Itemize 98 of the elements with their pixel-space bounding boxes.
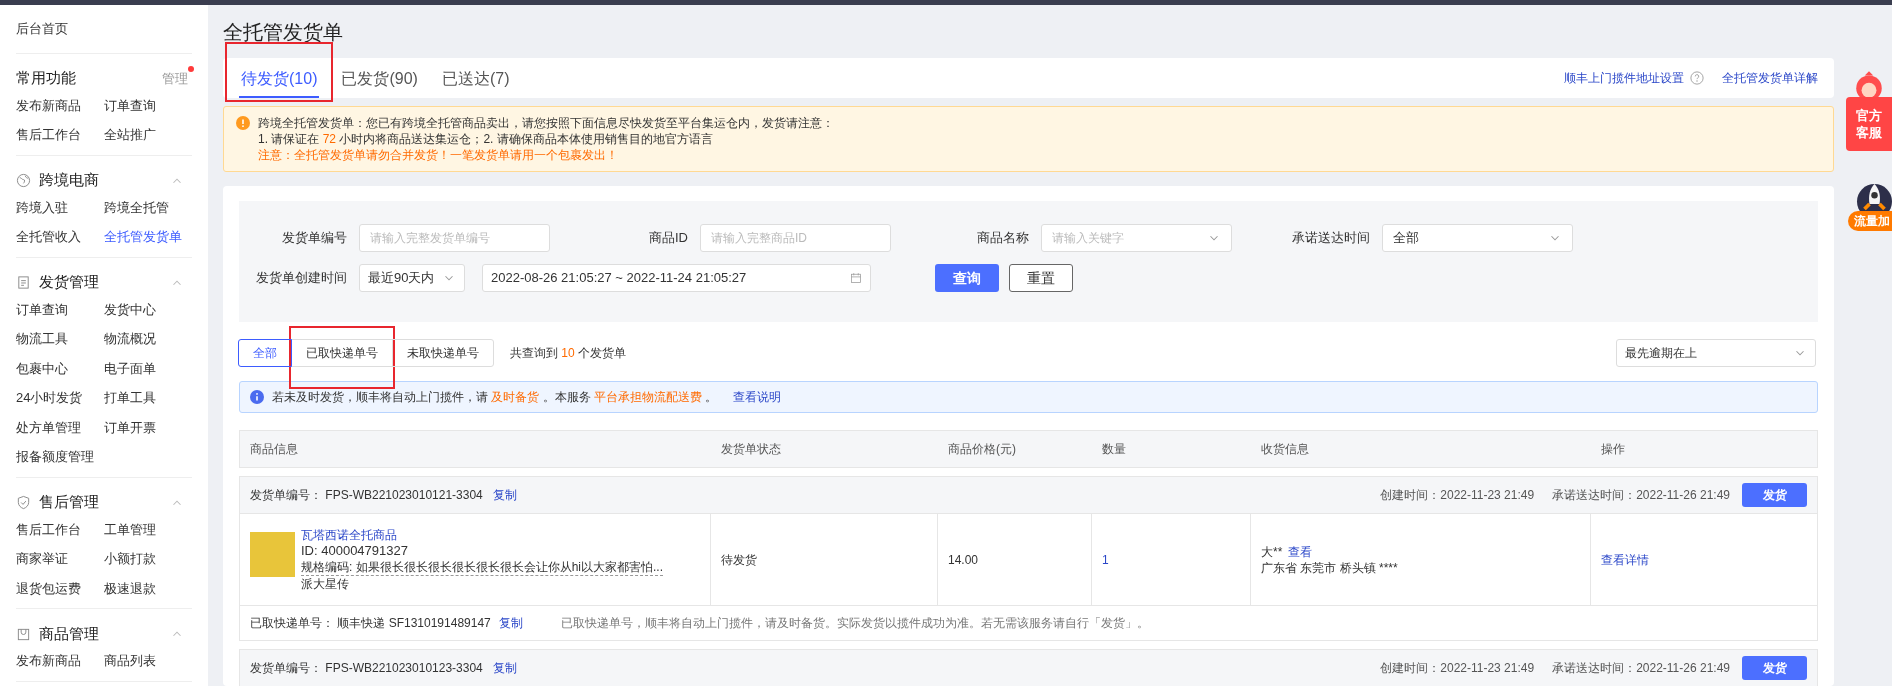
sidebar-item[interactable]: 订单查询	[104, 95, 192, 115]
sidebar-item[interactable]: 跨境入驻	[16, 197, 104, 217]
sidebar-item[interactable]: 售后工作台	[16, 519, 104, 539]
link[interactable]: 全托管发货单详解	[1722, 69, 1818, 87]
sidebar-item[interactable]: 跨境全托管	[104, 197, 192, 217]
promised-time: 承诺送达时间：2022-11-26 21:49	[1552, 660, 1730, 677]
bag-icon	[16, 626, 31, 642]
warning-icon	[236, 116, 250, 130]
column-header: 发货单状态	[720, 441, 782, 458]
sidebar-item[interactable]: 退货包运费	[16, 578, 104, 598]
order-number: 发货单编号： FPS-WB221023010123-3304	[250, 660, 483, 677]
section-title: 发货管理	[39, 272, 99, 293]
column-header: 收货信息	[1260, 441, 1310, 458]
table-cell-text: 1	[1102, 551, 1109, 569]
created-time: 创建时间：2022-11-23 21:49	[1380, 487, 1535, 504]
page-title: 全托管发货单	[223, 20, 344, 45]
sidebar-item[interactable]: 商品列表	[104, 651, 192, 671]
link[interactable]: 查看说明	[733, 388, 782, 406]
globe-icon	[16, 173, 31, 188]
order-number: 发货单编号： FPS-WB221023010121-3304	[250, 487, 483, 504]
created-time: 创建时间：2022-11-23 21:49	[1380, 660, 1535, 677]
ship-button[interactable]: 发货	[1742, 656, 1807, 680]
ship-button[interactable]: 发货	[1742, 483, 1807, 507]
sidebar-item[interactable]: 打单工具	[104, 388, 192, 408]
sidebar-item[interactable]: 工单管理	[104, 519, 192, 539]
sidebar-item[interactable]: 发布新商品	[16, 651, 104, 671]
alert-text: 1. 请保证在 72 小时内将商品送达集运仓；2. 请确保商品本体使用销售目的地官方语言	[258, 131, 714, 147]
result-summary: 共查询到 10 个发货单	[510, 344, 627, 362]
column-header: 操作	[1600, 441, 1626, 458]
sidebar-item[interactable]: 全站推广	[104, 125, 192, 145]
copy-link[interactable]: 复制	[498, 614, 523, 632]
column-header: 数量	[1101, 441, 1127, 458]
sidebar-item[interactable]: 电子面单	[104, 358, 192, 378]
shop-name: 派大星传	[301, 576, 350, 592]
filter-segment[interactable]: 已取快递单号	[291, 338, 393, 367]
select-field[interactable]: 全部	[1382, 224, 1573, 252]
copy-link[interactable]: 复制	[492, 486, 517, 504]
sidebar-item[interactable]: 发货中心	[104, 299, 192, 319]
section-title: 商品管理	[39, 623, 99, 644]
sidebar-item[interactable]: 商家举证	[16, 549, 104, 569]
sort-select[interactable]: 最先逾期在上	[1616, 338, 1816, 367]
document-icon	[16, 275, 31, 290]
column-header: 商品信息	[249, 441, 299, 458]
sidebar-item[interactable]: 极速退款	[104, 578, 192, 598]
sidebar-item[interactable]: 物流工具	[16, 329, 104, 349]
sidebar-item[interactable]: 小额打款	[104, 549, 192, 569]
sidebar-item[interactable]: 物流概况	[104, 329, 192, 349]
promised-time: 承诺送达时间：2022-11-26 21:49	[1552, 487, 1730, 504]
sidebar-item[interactable]: 报备额度管理	[16, 447, 104, 467]
calendar-icon	[850, 272, 862, 284]
sidebar-item[interactable]: 订单开票	[104, 417, 192, 437]
product-spec: 规格编码: 如果很长很长很长很长很长很长会让你从hi以大家都害怕...	[301, 559, 663, 576]
link[interactable]: 顺丰上门揽件地址设置	[1564, 69, 1684, 87]
notice-text: 若未及时发货，顺丰将自动上门揽件，请 及时备货 。本服务 平台承担物流配送费 。	[272, 389, 718, 406]
filter-segment[interactable]: 全部	[238, 338, 292, 367]
sidebar-link[interactable]: 后台首页	[16, 17, 192, 54]
product-name[interactable]: 瓦塔西诺全托商品	[301, 527, 663, 543]
select-field[interactable]: 最近90天内	[359, 264, 465, 292]
details-link[interactable]: 查看详情	[1601, 550, 1649, 569]
info-icon	[250, 390, 264, 404]
receiver-name: 大**	[1261, 543, 1283, 560]
express-note: 已取快递单号，顺丰将自动上门揽件，请及时备货。实际发货以揽件成功为准。若无需该服务请自行「发货」。	[560, 615, 1149, 632]
tab[interactable]: 待发货(10)	[239, 62, 320, 98]
tab[interactable]: 已发货(90)	[339, 62, 420, 98]
tab[interactable]: 已送达(7)	[439, 62, 512, 98]
sidebar-item[interactable]: 全托管发货单	[104, 227, 192, 247]
sidebar-item[interactable]: 24小时发货	[16, 388, 104, 408]
receiver-address: 广东省 东莞市 桥头镇 ****	[1261, 559, 1399, 576]
copy-link[interactable]: 复制	[492, 659, 517, 677]
field-label: 商品ID	[648, 229, 688, 248]
view-link[interactable]: 查看	[1288, 543, 1313, 560]
sidebar-item[interactable]: 包裹中心	[16, 358, 104, 378]
help-icon	[1690, 71, 1704, 85]
query-button[interactable]: 查询	[935, 264, 999, 292]
sidebar-item[interactable]: 处方单管理	[16, 417, 104, 437]
reset-button[interactable]: 重置	[1009, 264, 1073, 292]
alert-text: 注意：全托管发货单请勿合并发货！一笔发货单请用一个包裹发出！	[258, 147, 619, 163]
section-title: 售后管理	[39, 492, 99, 513]
sidebar-item[interactable]: 发布新商品	[16, 95, 104, 115]
field-label: 发货单创建时间	[255, 269, 347, 288]
photo-placeholder	[250, 532, 295, 577]
sidebar-item[interactable]: 订单查询	[16, 299, 104, 319]
express-label: 已取快递单号： 顺丰快递 SF1310191489147	[250, 615, 491, 632]
date-range-field[interactable]: 2022-08-26 21:05:27 ~ 2022-11-24 21:05:27	[482, 264, 871, 292]
shield-icon	[16, 495, 31, 510]
sidebar-item[interactable]: 全托管收入	[16, 227, 104, 247]
table-cell-text: 14.00	[948, 551, 979, 569]
product-id: ID: 400004791327	[301, 543, 409, 559]
table-cell-text: 待发货	[721, 551, 757, 569]
alert-text: 跨境全托管发货单：您已有跨境全托管商品卖出，请您按照下面信息尽快发货至平台集运仓内，发货请注意：	[258, 115, 834, 131]
field-label: 发货单编号	[281, 229, 347, 248]
sidebar-item[interactable]: 售后工作台	[16, 125, 104, 145]
field-label: 商品名称	[976, 229, 1029, 248]
column-header: 商品价格(元)	[947, 441, 1017, 458]
section-title: 跨境电商	[39, 170, 99, 191]
field-label: 承诺送达时间	[1291, 229, 1370, 248]
filter-segment[interactable]: 未取快递单号	[392, 338, 494, 367]
section-title: 常用功能	[16, 68, 76, 89]
